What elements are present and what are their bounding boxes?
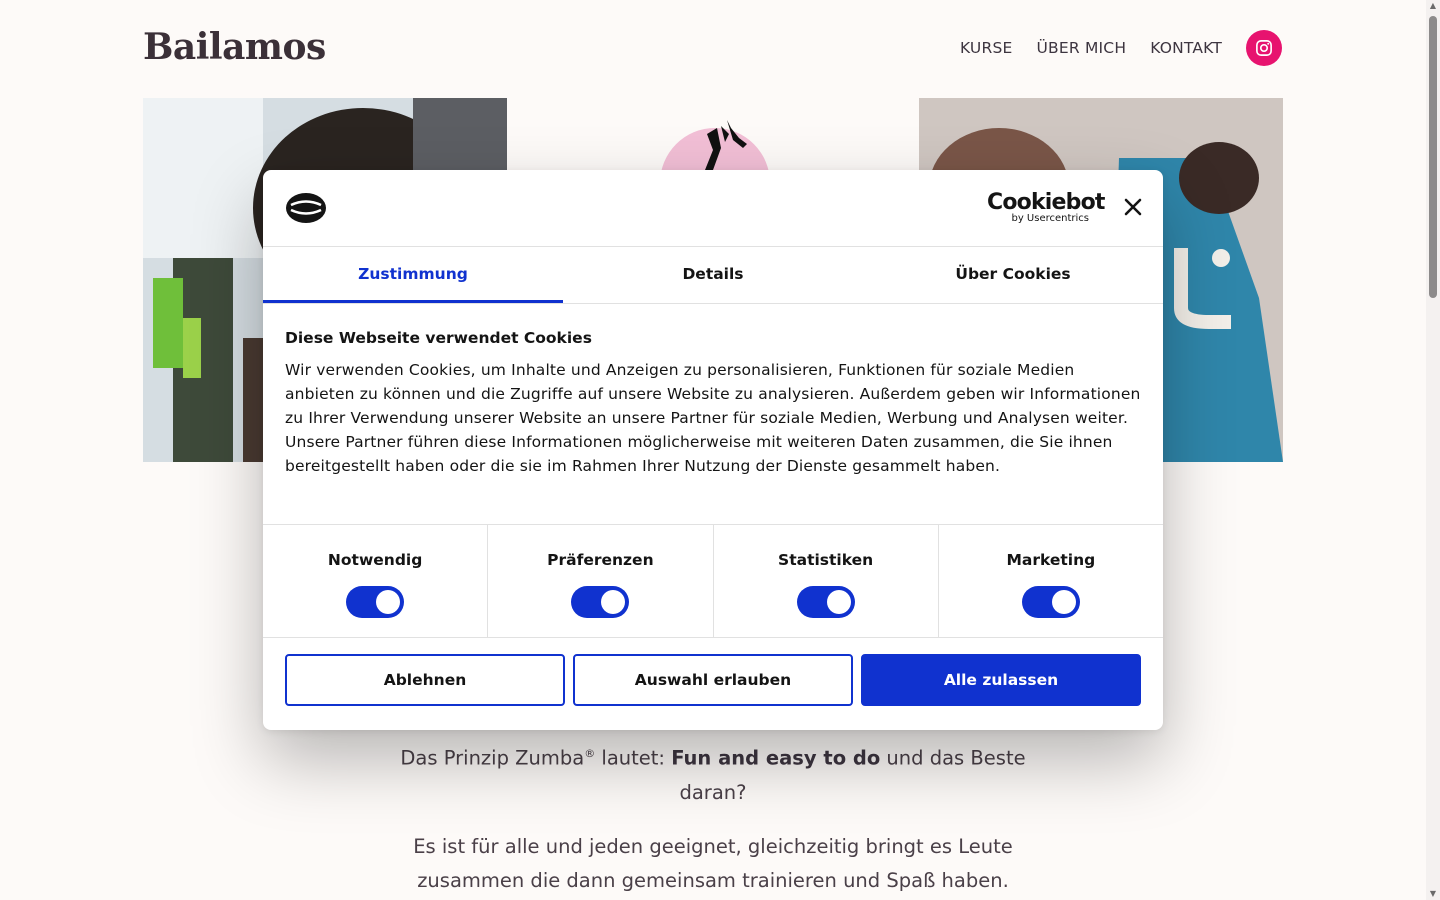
site-logo[interactable]: Bailamos xyxy=(143,26,326,68)
toggle-statistiken[interactable] xyxy=(796,586,855,618)
category-marketing: Marketing xyxy=(939,525,1163,637)
allow-all-button[interactable]: Alle zulassen xyxy=(861,654,1141,706)
reject-button[interactable]: Ablehnen xyxy=(285,654,565,706)
page-scrollbar[interactable]: ▲ ▼ xyxy=(1426,0,1440,900)
main-nav: KURSE ÜBER MICH KONTAKT xyxy=(936,30,1282,66)
nav-ueber-mich[interactable]: ÜBER MICH xyxy=(1036,30,1126,66)
category-statistiken: Statistiken xyxy=(714,525,939,637)
category-notwendig: Notwendig xyxy=(263,525,489,637)
dialog-actions: Ablehnen Auswahl erlauben Alle zulassen xyxy=(263,638,1163,722)
dialog-content: Diese Webseite verwendet Cookies Wir ver… xyxy=(263,304,1163,525)
nav-kurse[interactable]: KURSE xyxy=(960,30,1013,66)
toggle-praeferenzen[interactable] xyxy=(571,586,630,618)
intro-paragraph: Das Prinzip Zumba® lautet: Fun and easy … xyxy=(400,746,1026,804)
tab-zustimmung[interactable]: Zustimmung xyxy=(263,247,563,303)
scroll-down-icon[interactable]: ▼ xyxy=(1429,890,1437,898)
dialog-header: Cookiebot by Usercentrics xyxy=(263,170,1163,247)
dialog-title: Diese Webseite verwendet Cookies xyxy=(285,329,592,347)
cookiebot-brand[interactable]: Cookiebot by Usercentrics xyxy=(987,190,1105,224)
tab-details[interactable]: Details xyxy=(563,247,863,303)
tab-ueber-cookies[interactable]: Über Cookies xyxy=(863,247,1163,303)
instagram-button[interactable] xyxy=(1246,30,1282,66)
category-praeferenzen: Präferenzen xyxy=(488,525,714,637)
close-icon[interactable] xyxy=(1123,197,1143,217)
nav-kontakt[interactable]: KONTAKT xyxy=(1150,30,1222,66)
dialog-tabs: Zustimmung Details Über Cookies xyxy=(263,247,1163,304)
allow-selection-button[interactable]: Auswahl erlauben xyxy=(573,654,853,706)
description-paragraph: Es ist für alle und jeden geeignet, glei… xyxy=(413,835,1013,892)
scroll-up-icon[interactable]: ▲ xyxy=(1429,2,1437,10)
dancer-silhouette-icon xyxy=(660,120,770,238)
scrollbar-thumb[interactable] xyxy=(1429,16,1437,298)
toggle-notwendig[interactable] xyxy=(346,586,405,618)
instagram-icon xyxy=(1256,40,1272,56)
cookie-consent-dialog: Cookiebot by Usercentrics Zustimmung Det… xyxy=(263,170,1163,730)
cookie-category-toggles: Notwendig Präferenzen Statistiken Market… xyxy=(263,525,1163,638)
cookie-logo-icon xyxy=(286,193,326,223)
toggle-marketing[interactable] xyxy=(1021,586,1080,618)
dialog-text: Wir verwenden Cookies, um Inhalte und An… xyxy=(285,361,1141,475)
